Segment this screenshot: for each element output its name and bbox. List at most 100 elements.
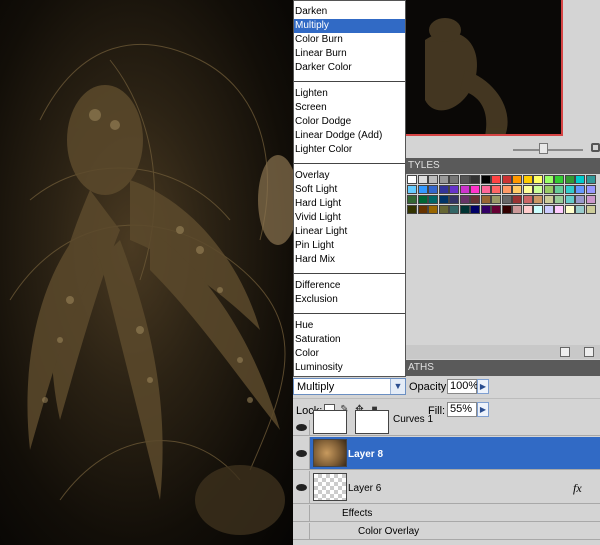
eye-icon[interactable] bbox=[296, 450, 307, 457]
blend-mode-dropdown-list[interactable]: Darken Multiply Color Burn Linear Burn Darke… bbox=[293, 0, 406, 377]
swatch[interactable] bbox=[543, 205, 554, 214]
swatch[interactable] bbox=[449, 185, 459, 194]
swatch[interactable] bbox=[575, 195, 585, 204]
swatch[interactable] bbox=[501, 185, 512, 194]
eye-icon[interactable] bbox=[296, 424, 307, 431]
blend-option-lighten[interactable]: Lighten bbox=[294, 87, 405, 101]
swatch[interactable] bbox=[459, 195, 470, 204]
swatch[interactable] bbox=[480, 185, 491, 194]
swatch[interactable] bbox=[407, 175, 417, 184]
blend-option-color[interactable]: Color bbox=[294, 347, 405, 361]
swatch[interactable] bbox=[449, 175, 459, 184]
blend-option-linear-dodge-add[interactable]: Linear Dodge (Add) bbox=[294, 129, 405, 143]
swatches-grid[interactable] bbox=[407, 175, 600, 217]
swatch[interactable] bbox=[554, 205, 564, 214]
blend-option-pin-light[interactable]: Pin Light bbox=[294, 239, 405, 253]
swatch[interactable] bbox=[564, 185, 575, 194]
blend-option-luminosity[interactable]: Luminosity bbox=[294, 361, 405, 375]
blend-mode-select[interactable]: Multiply ▼ bbox=[293, 378, 406, 395]
swatch[interactable] bbox=[459, 205, 470, 214]
swatch[interactable] bbox=[417, 175, 428, 184]
swatch[interactable] bbox=[407, 195, 417, 204]
blend-option-linear-burn[interactable]: Linear Burn bbox=[294, 47, 405, 61]
swatch[interactable] bbox=[575, 175, 585, 184]
swatch[interactable] bbox=[575, 205, 585, 214]
swatch[interactable] bbox=[428, 185, 438, 194]
swatch[interactable] bbox=[501, 175, 512, 184]
swatch[interactable] bbox=[417, 205, 428, 214]
swatch[interactable] bbox=[407, 205, 417, 214]
fx-icon[interactable]: fx bbox=[573, 481, 582, 496]
swatch[interactable] bbox=[564, 205, 575, 214]
swatch[interactable] bbox=[512, 175, 522, 184]
swatch[interactable] bbox=[428, 205, 438, 214]
blend-option-multiply[interactable]: Multiply bbox=[294, 19, 405, 33]
document-canvas[interactable] bbox=[0, 0, 293, 545]
swatch[interactable] bbox=[438, 205, 449, 214]
navigator-preview[interactable] bbox=[405, 0, 563, 136]
blend-option-linear-light[interactable]: Linear Light bbox=[294, 225, 405, 239]
blend-option-lighter-color[interactable]: Lighter Color bbox=[294, 143, 405, 157]
eye-icon[interactable] bbox=[296, 484, 307, 491]
swatch[interactable] bbox=[470, 175, 480, 184]
swatch[interactable] bbox=[459, 175, 470, 184]
swatch[interactable] bbox=[585, 185, 596, 194]
blend-option-color-dodge[interactable]: Color Dodge bbox=[294, 115, 405, 129]
chevron-down-icon[interactable]: ▼ bbox=[390, 379, 405, 394]
swatch[interactable] bbox=[428, 175, 438, 184]
swatch[interactable] bbox=[575, 185, 585, 194]
blend-option-screen[interactable]: Screen bbox=[294, 101, 405, 115]
swatch[interactable] bbox=[470, 185, 480, 194]
blend-option-overlay[interactable]: Overlay bbox=[294, 169, 405, 183]
swatch[interactable] bbox=[543, 175, 554, 184]
blend-option-hue[interactable]: Hue bbox=[294, 319, 405, 333]
swatch[interactable] bbox=[512, 185, 522, 194]
swatch[interactable] bbox=[585, 205, 596, 214]
swatch[interactable] bbox=[449, 195, 459, 204]
layer-effects-row[interactable]: Effects bbox=[293, 505, 600, 522]
swatch[interactable] bbox=[522, 185, 533, 194]
swatch[interactable] bbox=[417, 185, 428, 194]
swatch[interactable] bbox=[480, 195, 491, 204]
swatch[interactable] bbox=[438, 185, 449, 194]
blend-option-difference[interactable]: Difference bbox=[294, 279, 405, 293]
swatch[interactable] bbox=[585, 195, 596, 204]
opacity-input[interactable]: 100% bbox=[447, 379, 478, 394]
swatch[interactable] bbox=[491, 175, 501, 184]
swatch[interactable] bbox=[554, 195, 564, 204]
visibility-cell[interactable] bbox=[293, 437, 310, 469]
layers-tab-bar[interactable]: ATHS bbox=[405, 360, 600, 376]
blend-option-saturation[interactable]: Saturation bbox=[294, 333, 405, 347]
fill-input[interactable]: 55% bbox=[447, 402, 477, 417]
blend-option-vivid-light[interactable]: Vivid Light bbox=[294, 211, 405, 225]
visibility-cell[interactable] bbox=[293, 505, 310, 521]
swatch[interactable] bbox=[438, 175, 449, 184]
blend-option-hard-light[interactable]: Hard Light bbox=[294, 197, 405, 211]
swatch[interactable] bbox=[564, 175, 575, 184]
blend-option-hard-mix[interactable]: Hard Mix bbox=[294, 253, 405, 267]
swatch[interactable] bbox=[501, 195, 512, 204]
visibility-cell[interactable] bbox=[293, 420, 310, 435]
tab-paths[interactable]: ATHS bbox=[408, 362, 434, 373]
swatch[interactable] bbox=[522, 205, 533, 214]
layer-row-layer6[interactable]: Layer 6 fx bbox=[293, 471, 600, 504]
swatch[interactable] bbox=[543, 185, 554, 194]
swatch[interactable] bbox=[417, 195, 428, 204]
layer-effect-color-overlay-row[interactable]: Color Overlay bbox=[293, 523, 600, 540]
swatch[interactable] bbox=[554, 185, 564, 194]
blend-option-soft-light[interactable]: Soft Light bbox=[294, 183, 405, 197]
swatch[interactable] bbox=[480, 205, 491, 214]
zoom-slider-thumb[interactable] bbox=[539, 143, 548, 154]
swatch[interactable] bbox=[512, 195, 522, 204]
swatch[interactable] bbox=[533, 195, 543, 204]
swatch[interactable] bbox=[407, 185, 417, 194]
blend-option-color-burn[interactable]: Color Burn bbox=[294, 33, 405, 47]
zoom-in-icon[interactable] bbox=[591, 143, 600, 152]
blend-option-exclusion[interactable]: Exclusion bbox=[294, 293, 405, 307]
layer-row-layer8-selected[interactable]: Layer 8 bbox=[293, 437, 600, 470]
swatch[interactable] bbox=[501, 205, 512, 214]
blend-option-darker-color[interactable]: Darker Color bbox=[294, 61, 405, 75]
swatch[interactable] bbox=[491, 185, 501, 194]
swatch[interactable] bbox=[554, 175, 564, 184]
swatch[interactable] bbox=[533, 205, 543, 214]
